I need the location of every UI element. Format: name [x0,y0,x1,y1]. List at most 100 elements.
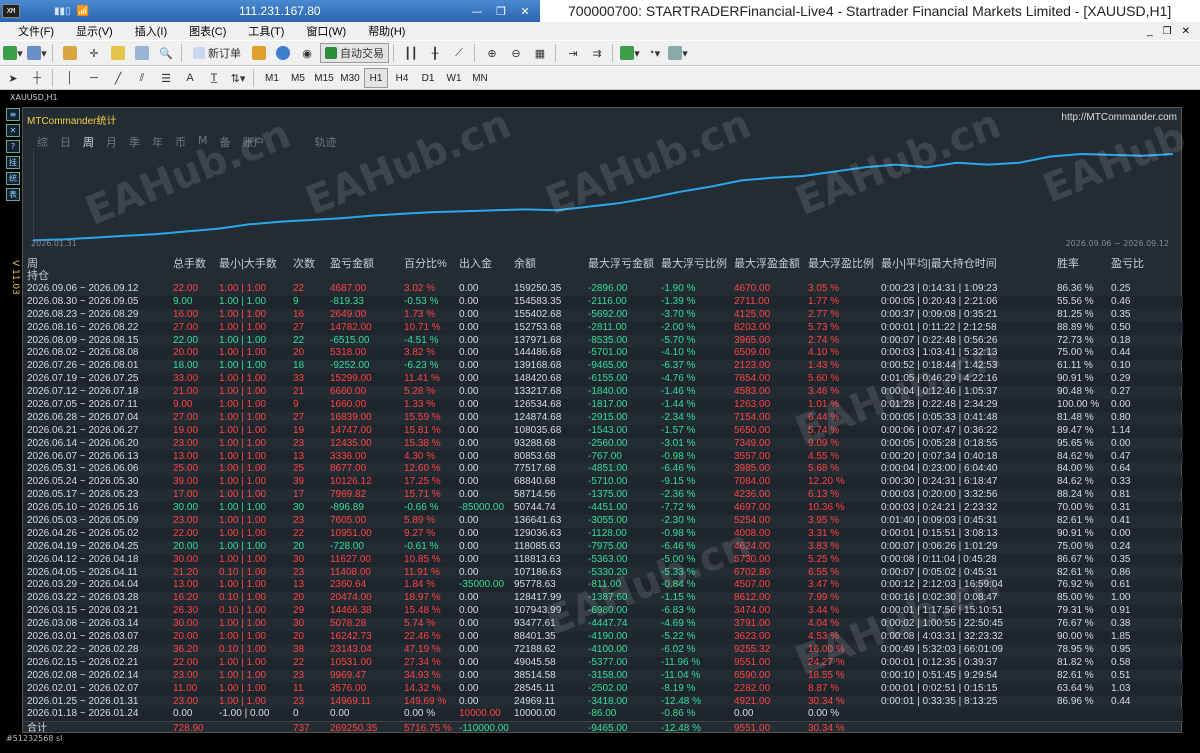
tile-windows-button[interactable]: ▦ [529,43,551,63]
cell-max-float-profit-pct: 5.25 % [808,553,840,565]
cell-pnl: -6515.00 [330,334,370,346]
timeframe-h1[interactable]: H1 [364,68,388,88]
menu-file[interactable]: 文件(F) [14,23,58,39]
cell-max-float-profit: 1263.00 [734,399,771,411]
data-window-button[interactable]: ✛ [83,43,105,63]
cell-balance: 144486.68 [514,347,562,359]
cursor-button[interactable]: ➤ [2,68,24,88]
menu-window[interactable]: 窗口(W) [302,23,350,39]
table-row: 2026.08.23 ~ 2026.08.29 16.00 1.00 | 1.00 1… [23,309,1183,322]
cell-max-float-profit-pct: 3.44 % [808,605,840,617]
timeframe-w1[interactable]: W1 [442,68,466,88]
panel-url-link[interactable]: http://MTCommander.com [1061,112,1177,123]
indicators-button[interactable]: ▾ [619,43,641,63]
menu-insert[interactable]: 插入(I) [131,23,171,39]
table-row: 2026.05.10 ~ 2026.05.16 30.00 1.00 | 1.00 3… [23,502,1183,516]
cell-pl-ratio: 0.00 [1111,437,1131,449]
cell-win-rate: 90.48 % [1057,386,1094,398]
auto-trading-button[interactable]: 自动交易 [320,43,389,63]
chart-window[interactable]: XAUUSD,H1 ≡ ✕ ? 挂 统 表 V 11.03 MTCommande… [0,90,1200,753]
cell-max-float-loss-pct: -1.44 % [661,399,696,411]
cell-min-max-lots: 1.00 | 1.00 [219,463,267,475]
trendline-button[interactable]: ╱ [107,68,129,88]
profiles-button[interactable]: ▾ [26,43,48,63]
candlestick-button[interactable]: ╂ [424,43,446,63]
restore-icon[interactable]: ❐ [494,5,508,18]
cell-hold-time: 0:00:05 | 0:05:28 | 0:18:55 [881,437,998,449]
timeframe-mn[interactable]: MN [468,68,492,88]
table-row: 2026.07.19 ~ 2026.07.25 33.00 1.00 | 1.00 3… [23,373,1183,387]
timeframe-d1[interactable]: D1 [416,68,440,88]
table-row: 2026.04.26 ~ 2026.05.02 22.00 1.00 | 1.00 2… [23,527,1183,541]
label-tool-button[interactable]: T̲ [203,68,225,88]
chart-minimize-icon[interactable]: _ [1147,26,1153,37]
cell-max-float-loss: -3158.00 [588,669,628,681]
menu-tools[interactable]: 工具(T) [244,23,288,39]
side-button-close[interactable]: ✕ [6,124,20,137]
timeframe-m1[interactable]: M1 [260,68,284,88]
channel-button[interactable]: ⫽ [131,68,153,88]
templates-button[interactable]: ▾ [667,43,689,63]
metaeditor-button[interactable] [248,43,270,63]
minimize-icon[interactable]: — [470,5,484,18]
cell-max-float-profit-pct: 2.77 % [808,308,840,320]
table-row: 2026.05.03 ~ 2026.05.09 23.00 1.00 | 1.00 2… [23,515,1183,528]
menu-view[interactable]: 显示(V) [72,23,117,39]
timeframe-m15[interactable]: M15 [312,68,336,88]
terminal-button[interactable] [131,43,153,63]
crosshair-button[interactable]: ┼ [26,68,48,88]
col-pnl: 盈亏金额 [330,258,374,270]
title-bar: XM ▮▮▯ 📶 111.231.167.80 — ❐ ✕ 700000700: … [0,0,1200,22]
cell-count: 0 [293,708,299,720]
cell-max-float-loss: -5701.00 [588,347,628,359]
cell-max-float-profit: 3791.00 [734,618,771,630]
market-watch-button[interactable] [59,43,81,63]
vps-button[interactable]: ◉ [296,43,318,63]
tester-button[interactable]: 🔍 [155,43,177,63]
signals-button[interactable] [272,43,294,63]
new-order-button[interactable]: 新订单 [188,43,246,63]
new-chart-button[interactable]: ▾ [2,43,24,63]
zoom-in-icon: ⊕ [487,47,497,60]
chart-shift-button[interactable]: ⇥ [562,43,584,63]
horizontal-line-button[interactable]: ─ [83,68,105,88]
cell-max-float-loss-pct: -5.00 % [661,553,696,565]
bar-chart-button[interactable]: ┃┃ [400,43,422,63]
timeframe-m5[interactable]: M5 [286,68,310,88]
cell-min-max-lots: 1.00 | 1.00 [219,553,267,565]
chart-restore-icon[interactable]: ❐ [1163,26,1172,37]
zoom-out-button[interactable]: ⊖ [505,43,527,63]
timeframe-h4[interactable]: H4 [390,68,414,88]
menu-help[interactable]: 帮助(H) [364,23,409,39]
zoom-in-button[interactable]: ⊕ [481,43,503,63]
cell-max-float-loss-pct: -2.30 % [661,515,696,527]
cell-max-float-profit-pct: 4.55 % [808,450,840,462]
cell-flow: 0.00 [459,399,479,411]
periods-button[interactable]: ◔ ▾ [643,43,665,63]
chart-close-icon[interactable]: ✕ [1182,26,1190,37]
cell-pl-ratio: 0.27 [1111,386,1131,398]
cell-flow: 0.00 [459,669,479,681]
navigator-button[interactable] [107,43,129,63]
cell-hold-time: 0:00:01 | 0:15:51 | 3:08:13 [881,527,998,539]
cell-count: 38 [293,643,305,655]
cell-total-lots: 18.00 [173,360,199,372]
vertical-line-button[interactable]: │ [59,68,81,88]
side-button-table[interactable]: 表 [6,188,20,201]
cell-min-max-lots: 1.00 | 1.00 [219,579,267,591]
fibonacci-button[interactable]: ☰ [155,68,177,88]
cell-period: 2026.05.03 ~ 2026.05.09 [27,515,139,527]
side-button-stats[interactable]: 统 [6,172,20,185]
line-chart-button[interactable]: ⟋ [448,43,470,63]
cell-pnl: 5078.28 [330,618,367,630]
side-button-hold[interactable]: 挂 [6,156,20,169]
arrows-button[interactable]: ⇅▾ [227,68,249,88]
side-button-help[interactable]: ? [6,140,20,153]
cell-pl-ratio: 0.35 [1111,553,1131,565]
menu-charts[interactable]: 图表(C) [185,23,230,39]
close-icon[interactable]: ✕ [518,5,532,18]
timeframe-m30[interactable]: M30 [338,68,362,88]
autoscroll-button[interactable]: ⇉ [586,43,608,63]
text-tool-button[interactable]: A [179,68,201,88]
side-button-list[interactable]: ≡ [6,108,20,121]
